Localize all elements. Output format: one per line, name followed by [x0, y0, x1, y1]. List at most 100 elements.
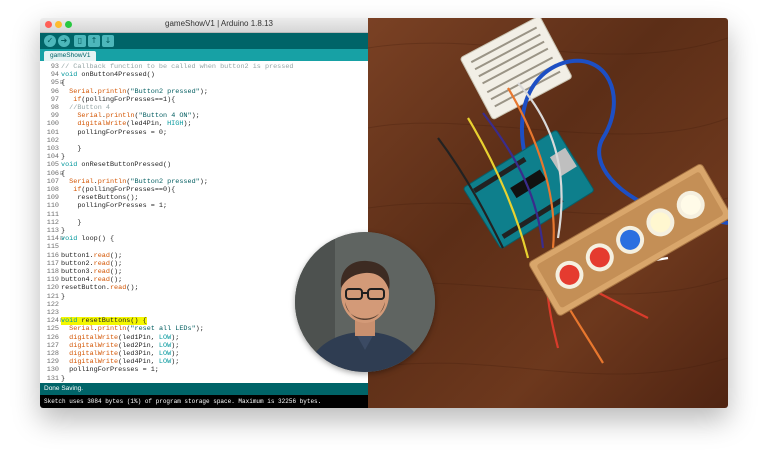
code-text: digitalWrite(led1Pin, LOW);: [69, 333, 180, 342]
code-text: button1.read();: [61, 251, 123, 260]
code-line[interactable]: 98 //Button 4: [40, 104, 368, 112]
code-text: // Callback function to be called when b…: [61, 63, 294, 71]
line-number: 118: [46, 268, 59, 276]
code-line[interactable]: 94 void onButton4Pressed(): [40, 71, 368, 79]
line-number: 121: [46, 292, 59, 301]
code-line[interactable]: 112 }: [40, 219, 368, 227]
code-text: button2.read();: [61, 259, 123, 268]
new-sketch-button[interactable]: ▯: [74, 35, 86, 47]
upload-button[interactable]: ➜: [58, 35, 70, 47]
code-line[interactable]: 96 Serial.println("Button2 pressed");: [40, 88, 368, 96]
code-line[interactable]: 97 if(pollingForPresses==1){: [40, 96, 368, 104]
code-line[interactable]: 107 Serial.println("Button2 pressed");: [40, 178, 368, 186]
line-number: 131: [46, 374, 59, 383]
line-number: 108: [46, 186, 59, 194]
line-number: 95: [50, 79, 59, 88]
code-line[interactable]: 130 pollingForPresses = 1;: [40, 366, 368, 374]
console-output: Sketch uses 3084 bytes (1%) of program s…: [40, 395, 368, 408]
code-text: }: [61, 153, 66, 162]
code-text: }: [61, 227, 66, 235]
line-number: 120: [46, 284, 59, 293]
code-text: pollingForPresses = 1;: [61, 202, 168, 211]
code-text: Serial.println("reset all LEDs");: [69, 325, 204, 334]
status-bar: Done Saving.: [40, 383, 368, 395]
line-number: 96: [50, 87, 59, 96]
code-line[interactable]: 95 ⊟{: [40, 79, 368, 87]
line-number: 124: [46, 317, 59, 326]
line-number: 100: [46, 120, 59, 129]
code-text: }: [61, 292, 66, 301]
code-text: void resetButtons() {: [61, 317, 147, 326]
code-text: button3.read();: [61, 268, 123, 276]
code-text: }: [61, 374, 66, 383]
save-sketch-button[interactable]: ↓: [102, 35, 114, 47]
code-line[interactable]: 104}: [40, 153, 368, 161]
code-text: {: [61, 79, 66, 88]
verify-button[interactable]: ✓: [44, 35, 56, 47]
code-line[interactable]: 109 resetButtons();: [40, 194, 368, 202]
tab-bar: gameShowV1: [40, 49, 368, 61]
line-number: 117: [46, 259, 59, 268]
line-number: 129: [46, 358, 59, 367]
code-text: }: [61, 145, 82, 153]
presenter-video-avatar: [295, 232, 435, 372]
code-line[interactable]: 108 if(pollingForPresses==0){: [40, 186, 368, 194]
code-text: pollingForPresses = 0;: [61, 128, 168, 137]
line-number: 103: [46, 145, 59, 153]
code-line[interactable]: 102: [40, 137, 368, 145]
code-text: resetButton.read();: [61, 284, 139, 293]
line-number: 102: [46, 136, 59, 145]
line-number: 123: [46, 309, 59, 317]
window-title: gameShowV1 | Arduino 1.8.13: [165, 19, 273, 28]
code-line[interactable]: 105 void onResetButtonPressed(): [40, 161, 368, 169]
line-number: 125: [46, 325, 59, 334]
line-number: 99: [50, 112, 59, 121]
code-line[interactable]: 106 ⊟{: [40, 170, 368, 178]
code-line[interactable]: 101 pollingForPresses = 0;: [40, 129, 368, 137]
tab-gameshowv1[interactable]: gameShowV1: [44, 51, 97, 61]
code-text: pollingForPresses = 1;: [61, 366, 159, 375]
code-text: void loop() {: [61, 235, 115, 244]
line-number: 112: [46, 218, 59, 227]
code-line[interactable]: 99 Serial.println("Button 4 ON");: [40, 112, 368, 120]
code-text: void onButton4Pressed(): [61, 71, 155, 80]
line-number: 101: [46, 128, 59, 137]
code-line[interactable]: 100 digitalWrite(led4Pin, HIGH);: [40, 120, 368, 128]
line-number: 107: [46, 177, 59, 186]
line-number: 126: [46, 333, 59, 342]
line-number: 93: [50, 63, 59, 71]
code-text: if(pollingForPresses==0){: [73, 186, 176, 194]
open-sketch-button[interactable]: ↑: [88, 35, 100, 47]
code-text: resetButtons();: [61, 194, 139, 203]
code-line[interactable]: 113}: [40, 227, 368, 235]
code-text: digitalWrite(led4Pin, LOW);: [69, 358, 180, 367]
presenter-image: [295, 232, 435, 372]
line-number: 127: [46, 341, 59, 350]
code-text: Serial.println("Button2 pressed");: [69, 177, 208, 186]
line-number: 128: [46, 350, 59, 358]
code-line[interactable]: 114 ⊟ void loop() {: [40, 235, 368, 243]
code-line[interactable]: 129 digitalWrite(led4Pin, LOW);: [40, 358, 368, 366]
line-number: 98: [50, 104, 59, 112]
code-text: void onResetButtonPressed(): [61, 161, 172, 170]
title-bar: gameShowV1 | Arduino 1.8.13: [40, 18, 368, 33]
code-line[interactable]: 103 }: [40, 145, 368, 153]
line-number: 104: [46, 153, 59, 162]
line-number: 109: [46, 194, 59, 203]
code-text: digitalWrite(led3Pin, LOW);: [69, 350, 180, 358]
code-line[interactable]: 131}: [40, 375, 368, 383]
line-number: 114: [46, 235, 59, 244]
hardware-photo: [368, 18, 728, 408]
line-number: 113: [46, 227, 59, 235]
code-line[interactable]: 111: [40, 211, 368, 219]
code-text: }: [61, 218, 82, 227]
arduino-circuit-image: [368, 18, 728, 375]
line-number: 110: [46, 202, 59, 211]
status-message: Done Saving.: [44, 385, 84, 392]
code-text: {: [61, 169, 66, 178]
code-line[interactable]: 110 pollingForPresses = 1;: [40, 202, 368, 210]
code-text: digitalWrite(led2Pin, LOW);: [69, 341, 180, 350]
line-number: 111: [46, 210, 59, 219]
code-line[interactable]: 93// Callback function to be called when…: [40, 63, 368, 71]
line-number: 97: [50, 95, 59, 104]
